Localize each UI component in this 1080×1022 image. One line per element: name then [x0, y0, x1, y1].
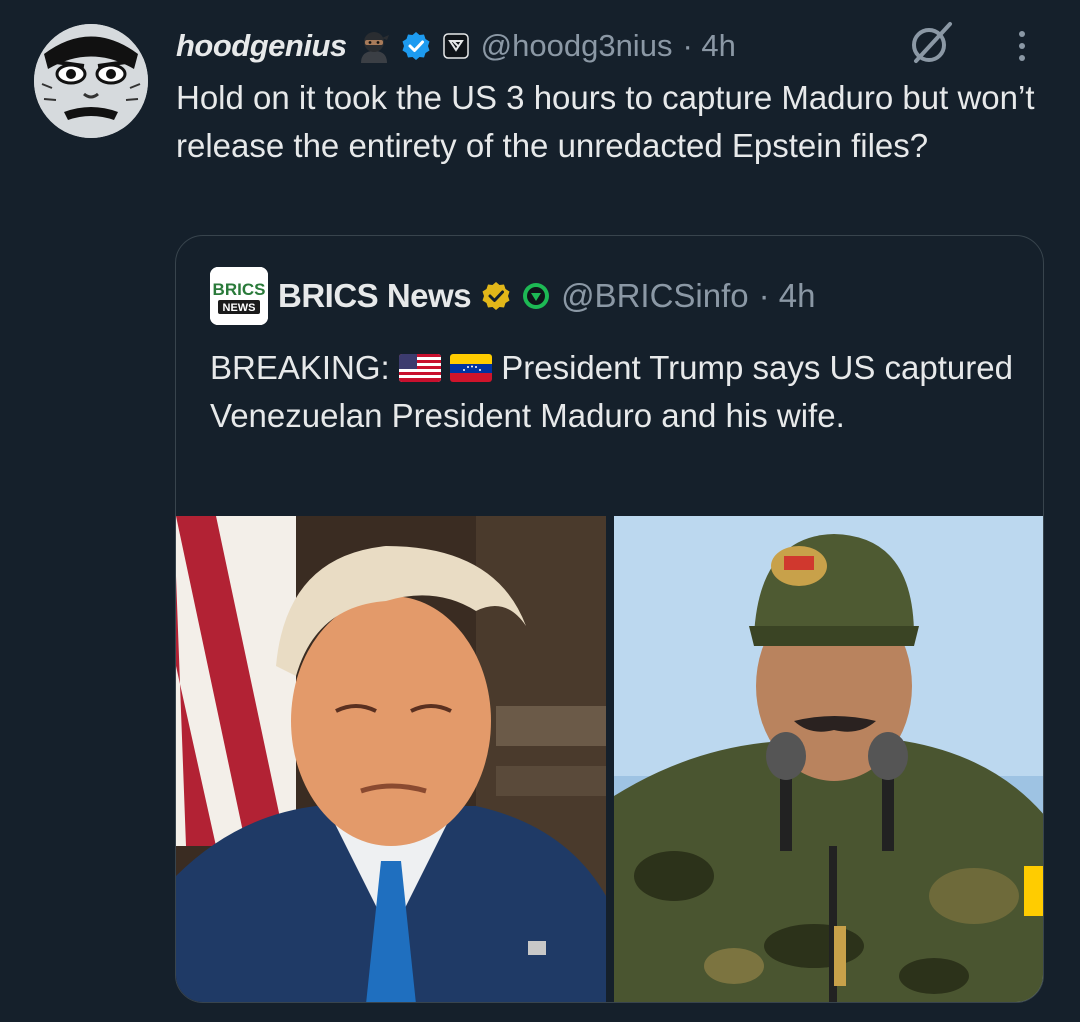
- tweet-text: Hold on it took the US 3 hours to captur…: [176, 79, 1035, 164]
- quoted-handle[interactable]: @BRICSinfo: [561, 277, 749, 315]
- quoted-tweet-text: BREAKING: President Trump says US captur…: [210, 344, 1030, 440]
- quoted-time[interactable]: · 4h: [759, 277, 816, 315]
- author-avatar[interactable]: [34, 24, 148, 138]
- tweet-header: hoodgenius @hoodg3nius · 4h: [176, 24, 736, 68]
- grok-icon[interactable]: [902, 16, 960, 68]
- quoted-tweet-header: BRICS NEWS BRICS News @BRICSinfo · 4h: [210, 266, 816, 326]
- quoted-tweet-card[interactable]: BRICS NEWS BRICS News @BRICSinfo · 4h BR…: [175, 235, 1044, 1003]
- news-logo-text: NEWS: [223, 302, 256, 314]
- gold-verified-badge-icon[interactable]: [481, 281, 511, 311]
- quoted-display-name[interactable]: BRICS News: [278, 277, 472, 315]
- maduro-photo[interactable]: [614, 516, 1043, 1002]
- trump-photo[interactable]: [176, 516, 606, 1002]
- venezuela-flag-emoji-icon: [450, 354, 493, 382]
- more-options-icon[interactable]: [1005, 26, 1039, 66]
- verified-badge-icon[interactable]: [401, 31, 431, 61]
- us-flag-emoji-icon: [398, 354, 441, 382]
- brics-news-avatar[interactable]: BRICS NEWS: [210, 267, 268, 325]
- brics-logo-text: BRICS: [213, 280, 266, 299]
- affiliate-badge-icon[interactable]: [441, 31, 471, 61]
- breaking-label: BREAKING:: [210, 349, 390, 386]
- tweet-time[interactable]: · 4h: [682, 28, 735, 64]
- author-handle[interactable]: @hoodg3nius: [481, 28, 673, 64]
- affiliate-badge-icon[interactable]: [521, 281, 551, 311]
- ninja-emoji-icon: [357, 29, 391, 63]
- author-display-name[interactable]: hoodgenius: [176, 28, 347, 64]
